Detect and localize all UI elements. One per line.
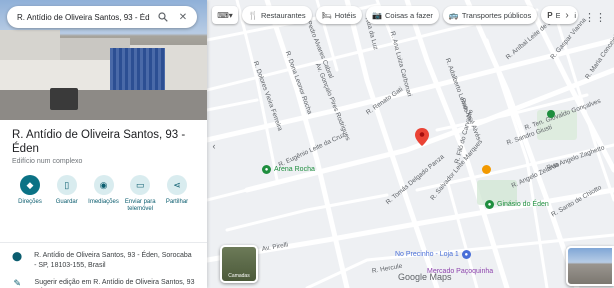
share-button[interactable]: ⋖ Partilhar [159, 175, 195, 242]
place-title: R. Antídio de Oliveira Santos, 93 - Éden [12, 129, 186, 155]
photo-ground [0, 90, 207, 120]
action-bar: ◆ Direções ▯ Guardar ◉ Imediações ▭ Envi… [0, 165, 207, 243]
action-label: Imediações [88, 199, 119, 205]
bed-icon: 🛏 [321, 10, 332, 20]
chip-label: Transportes públicos [461, 10, 532, 20]
chip-label: Restaurantes [260, 10, 306, 20]
phone-icon: ▭ [130, 175, 151, 195]
map-canvas[interactable]: R. Dolores Vieira Ferreira R. Dona Leono… [207, 0, 614, 288]
location-marker-icon[interactable] [415, 128, 429, 146]
apps-grid-icon[interactable]: ⋮⋮ [584, 7, 606, 27]
street-view-thumbnail[interactable] [566, 246, 614, 286]
fork-knife-icon: 🍴 [248, 10, 258, 20]
chip-label: Coisas a fazer [384, 10, 433, 20]
action-label: Guardar [55, 199, 78, 205]
close-icon[interactable]: ✕ [175, 9, 191, 25]
chip-things-to-do[interactable]: 📷 Coisas a fazer [366, 6, 439, 24]
chips-next-button[interactable]: › [560, 6, 574, 24]
camera-icon: 📷 [372, 10, 382, 20]
search-box: ✕ [7, 6, 197, 28]
chip-restaurants[interactable]: 🍴 Restaurantes [242, 6, 312, 24]
nearby-button[interactable]: ◉ Imediações [86, 175, 122, 242]
suggest-edit-text: Sugerir edição em R. Antídio de Oliveira… [34, 279, 195, 286]
park-icon[interactable] [547, 110, 555, 118]
chip-label: Hotéis [334, 10, 356, 20]
chevron-right-icon: › [565, 9, 569, 21]
address-text: R. Antídio de Oliveira Santos, 93 - Éden… [34, 252, 192, 269]
poi-ginasio-do-eden[interactable]: ● Ginásio do Éden [485, 200, 549, 209]
directions-icon: ◆ [20, 175, 40, 195]
nearby-icon: ◉ [93, 175, 114, 195]
stadium-icon: ● [262, 165, 271, 174]
address-row[interactable]: ⬤ R. Antídio de Oliveira Santos, 93 - Éd… [0, 243, 207, 271]
send-to-phone-button[interactable]: ▭ Enviar para telemóvel [122, 175, 158, 242]
category-chips: ⌨▾ 🍴 Restaurantes 🛏 Hotéis 📷 Coisas a fa… [212, 6, 578, 24]
search-icon[interactable] [155, 9, 171, 25]
chevron-left-icon: ‹ [212, 141, 216, 151]
chip-hotels[interactable]: 🛏 Hotéis [315, 6, 362, 24]
save-button[interactable]: ▯ Guardar [49, 175, 85, 242]
location-pin-icon: ⬤ [12, 251, 23, 261]
poi-label: Arena Rocha [274, 166, 315, 173]
chip-transit[interactable]: 🚌 Transportes públicos [442, 6, 538, 24]
poi-arena-rocha[interactable]: ● Arena Rocha [262, 165, 315, 174]
parking-icon: P [547, 10, 553, 20]
collapse-panel-button[interactable]: ‹ [209, 139, 219, 153]
poi-no-precinho[interactable]: No Precinho - Loja 1 ● [395, 250, 471, 259]
food-icon[interactable] [482, 165, 491, 174]
keyboard-shortcuts-button[interactable]: ⌨▾ [212, 6, 238, 24]
photo-bin [50, 88, 78, 110]
poi-label: Ginásio do Éden [497, 201, 549, 208]
action-label: Partilhar [165, 199, 189, 205]
bus-icon: 🚌 [448, 10, 459, 20]
photo-gate [110, 48, 165, 90]
layers-button[interactable]: Camadas [220, 245, 258, 283]
place-photo[interactable]: ✕ [0, 0, 207, 120]
suggest-edit-row[interactable]: ✎ Sugerir edição em R. Antídio de Olivei… [0, 271, 207, 288]
google-maps-logo: Google Maps [398, 272, 452, 282]
search-input[interactable] [17, 12, 151, 22]
layers-label: Camadas [228, 273, 250, 279]
place-type[interactable]: Edifício num complexo [12, 158, 195, 165]
place-panel: ✕ R. Antídio de Oliveira Santos, 93 - Éd… [0, 0, 207, 288]
poi-label: No Precinho - Loja 1 [395, 251, 459, 258]
share-icon: ⋖ [167, 175, 187, 195]
directions-button[interactable]: ◆ Direções [12, 175, 48, 242]
pencil-icon: ✎ [13, 278, 22, 288]
keyboard-icon: ⌨▾ [217, 10, 233, 20]
gym-icon: ● [485, 200, 494, 209]
shopping-icon: ● [461, 250, 471, 259]
action-label: Enviar para telemóvel [124, 199, 156, 212]
bookmark-icon: ▯ [56, 175, 77, 195]
action-label: Direções [18, 199, 42, 205]
